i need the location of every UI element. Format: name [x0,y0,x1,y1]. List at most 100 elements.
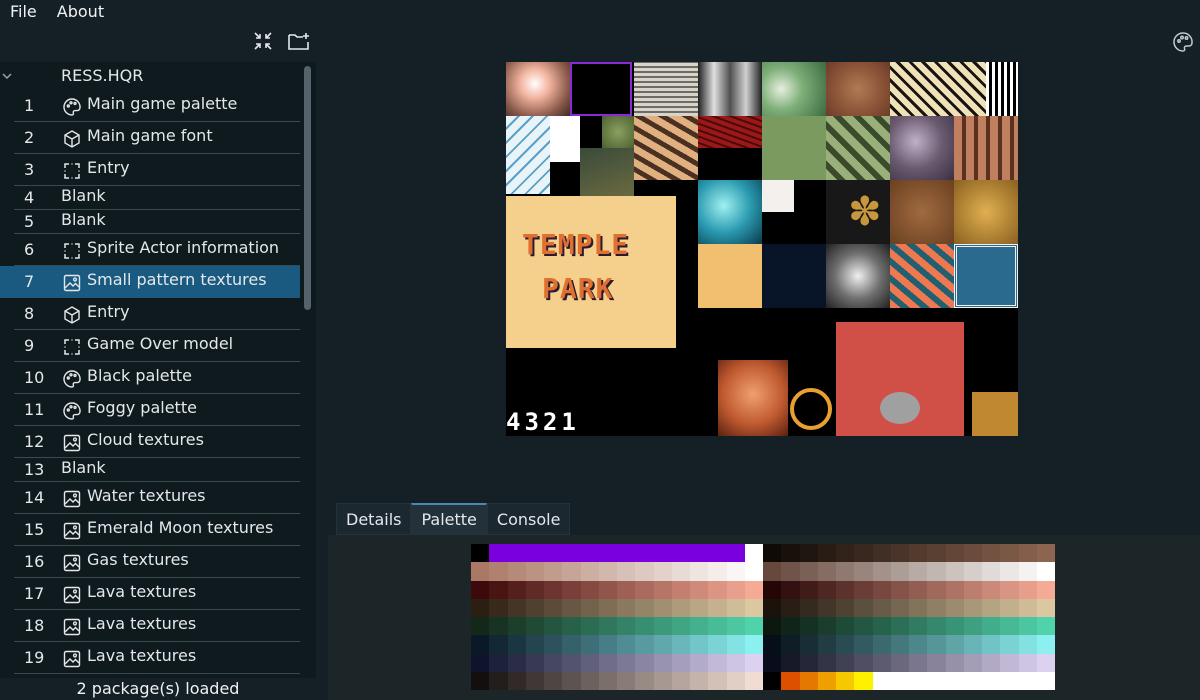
tree-item-16[interactable]: 16 Gas textures [0,546,300,578]
palette-swatch[interactable] [927,580,946,599]
tree-item-2[interactable]: 2 Main game font [0,122,300,154]
menu-about[interactable]: About [47,1,114,23]
palette-swatch[interactable] [708,635,727,654]
palette-swatch[interactable] [1036,598,1055,617]
palette-swatch[interactable] [763,671,782,690]
palette-swatch[interactable] [653,580,672,599]
palette-swatch[interactable] [744,617,763,636]
palette-swatch[interactable] [653,635,672,654]
palette-swatch[interactable] [617,617,636,636]
palette-swatch[interactable] [799,671,818,690]
palette-swatch[interactable] [854,653,873,672]
tree-item-15[interactable]: 15 Emerald Moon textures [0,514,300,546]
palette-swatch[interactable] [1000,617,1019,636]
tree-item-4[interactable]: 4 Blank [0,186,300,210]
palette-swatch[interactable] [617,635,636,654]
palette-swatch[interactable] [945,617,964,636]
tree-item-9[interactable]: 9 Game Over model [0,330,300,362]
palette-swatch[interactable] [890,562,909,581]
palette-swatch[interactable] [1036,580,1055,599]
palette-swatch[interactable] [872,544,891,563]
palette-swatch[interactable] [617,562,636,581]
palette-swatch[interactable] [653,671,672,690]
palette-swatch[interactable] [890,544,909,563]
palette-swatch[interactable] [635,580,654,599]
palette-swatch[interactable] [726,544,745,563]
palette-swatch[interactable] [507,598,526,617]
palette-swatch[interactable] [690,544,709,563]
palette-swatch[interactable] [836,598,855,617]
palette-swatch[interactable] [507,562,526,581]
palette-swatch[interactable] [726,562,745,581]
palette-swatch[interactable] [598,671,617,690]
palette-swatch[interactable] [799,544,818,563]
palette-swatch[interactable] [781,635,800,654]
palette-swatch[interactable] [489,617,508,636]
palette-swatch[interactable] [507,617,526,636]
palette-swatch[interactable] [525,653,544,672]
palette-swatch[interactable] [982,653,1001,672]
palette-swatch[interactable] [1036,617,1055,636]
palette-swatch[interactable] [799,598,818,617]
palette-swatch[interactable] [690,653,709,672]
palette-swatch[interactable] [690,671,709,690]
palette-swatch[interactable] [982,617,1001,636]
palette-swatch[interactable] [982,544,1001,563]
palette-swatch[interactable] [982,635,1001,654]
palette-swatch[interactable] [471,635,490,654]
palette-swatch[interactable] [635,598,654,617]
palette-swatch[interactable] [507,544,526,563]
palette-swatch[interactable] [763,598,782,617]
palette-swatch[interactable] [1036,653,1055,672]
palette-swatch[interactable] [945,635,964,654]
palette-swatch[interactable] [562,598,581,617]
palette-swatch[interactable] [471,580,490,599]
palette-swatch[interactable] [726,580,745,599]
palette-swatch[interactable] [507,653,526,672]
tab-console[interactable]: Console [486,503,571,535]
palette-swatch[interactable] [617,671,636,690]
palette-swatch[interactable] [744,635,763,654]
palette-swatch[interactable] [890,617,909,636]
palette-swatch[interactable] [544,617,563,636]
palette-swatch[interactable] [744,653,763,672]
palette-swatch[interactable] [617,544,636,563]
palette-swatch[interactable] [635,544,654,563]
palette-swatch[interactable] [1018,598,1037,617]
palette-swatch[interactable] [471,598,490,617]
palette-swatch[interactable] [525,544,544,563]
palette-swatch[interactable] [544,580,563,599]
palette-swatch[interactable] [1036,671,1055,690]
palette-swatch[interactable] [945,544,964,563]
palette-swatch[interactable] [781,544,800,563]
palette-swatch[interactable] [562,544,581,563]
palette-swatch[interactable] [927,544,946,563]
tree-item-3[interactable]: 3 Entry [0,154,300,186]
palette-swatch[interactable] [653,617,672,636]
palette-swatch[interactable] [544,544,563,563]
palette-swatch[interactable] [489,671,508,690]
palette-swatch[interactable] [945,653,964,672]
palette-swatch[interactable] [580,671,599,690]
palette-swatch[interactable] [671,580,690,599]
palette-swatch[interactable] [635,562,654,581]
palette-swatch[interactable] [909,562,928,581]
palette-swatch[interactable] [671,635,690,654]
palette-swatch[interactable] [671,617,690,636]
palette-swatch[interactable] [580,562,599,581]
palette-swatch[interactable] [890,598,909,617]
palette-swatch[interactable] [598,562,617,581]
palette-swatch[interactable] [598,653,617,672]
palette-swatch[interactable] [909,635,928,654]
palette-swatch[interactable] [817,562,836,581]
palette-swatch[interactable] [726,671,745,690]
palette-swatch[interactable] [617,653,636,672]
palette-swatch[interactable] [544,635,563,654]
palette-swatch[interactable] [763,653,782,672]
palette-swatch[interactable] [909,653,928,672]
palette-swatch[interactable] [836,617,855,636]
palette-swatch[interactable] [909,671,928,690]
palette-swatch[interactable] [744,580,763,599]
palette-swatch[interactable] [872,653,891,672]
palette-swatch[interactable] [854,562,873,581]
